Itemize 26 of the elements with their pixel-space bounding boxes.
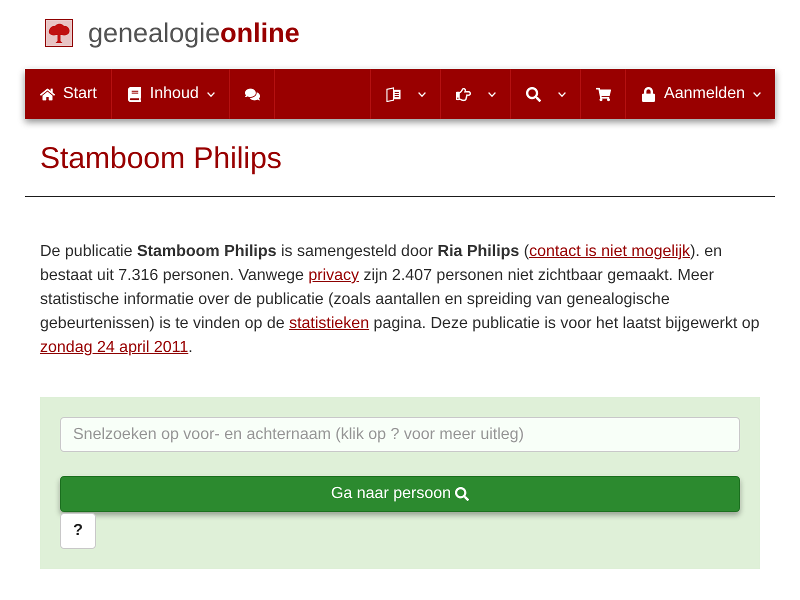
two-pages-icon xyxy=(386,86,402,102)
nav-label: Aanmelden xyxy=(664,85,745,103)
book-icon xyxy=(126,86,142,102)
go-to-person-button[interactable]: Ga naar persoon xyxy=(60,476,740,512)
site-logo-text[interactable]: genealogieonline xyxy=(88,17,300,49)
search-icon xyxy=(526,86,542,102)
nav-label: Inhoud xyxy=(150,85,199,103)
text-link[interactable]: privacy xyxy=(308,267,360,284)
home-icon xyxy=(40,86,55,102)
name-search-field[interactable]: Snelzoeken op voor- en achternaam (klik op ? voor meer uitleg) xyxy=(60,417,740,452)
tree-logo-icon xyxy=(45,19,73,47)
pointing-hand-icon xyxy=(456,86,472,102)
chat-icon xyxy=(244,86,260,102)
page-title: Stamboom Philips xyxy=(40,142,283,175)
text-link[interactable]: contact is niet mogelijk xyxy=(529,243,690,260)
nav-label: Start xyxy=(63,85,97,103)
text-link[interactable]: statistieken xyxy=(289,315,370,332)
cart-icon xyxy=(596,86,612,102)
start-link[interactable]: Start xyxy=(25,69,112,119)
lock-icon xyxy=(641,86,656,102)
help-button[interactable]: ? xyxy=(60,513,96,549)
description-text: De publicatie Stamboom Philips is samengesteld door Ria Philips (contact is niet mogelijk). en bestaat uit 7.316 personen. Vanwege privacy zijn 2.407 personen niet zichtbaar gemaakt. Meer statistische informatie over de publicatie (zoals aantallen en spreiding van genealogische gebeurtenissen) is te vinden op de statistieken pagina. Deze publicatie is voor het laatst bijgewerkt op zondag 24 april 2011. xyxy=(40,242,760,358)
contents-menu[interactable]: Inhoud xyxy=(112,69,230,119)
text-link[interactable]: zondag 24 april 2011 xyxy=(40,339,188,356)
search-icon xyxy=(455,487,470,501)
login-menu[interactable]: Aanmelden xyxy=(625,69,775,119)
